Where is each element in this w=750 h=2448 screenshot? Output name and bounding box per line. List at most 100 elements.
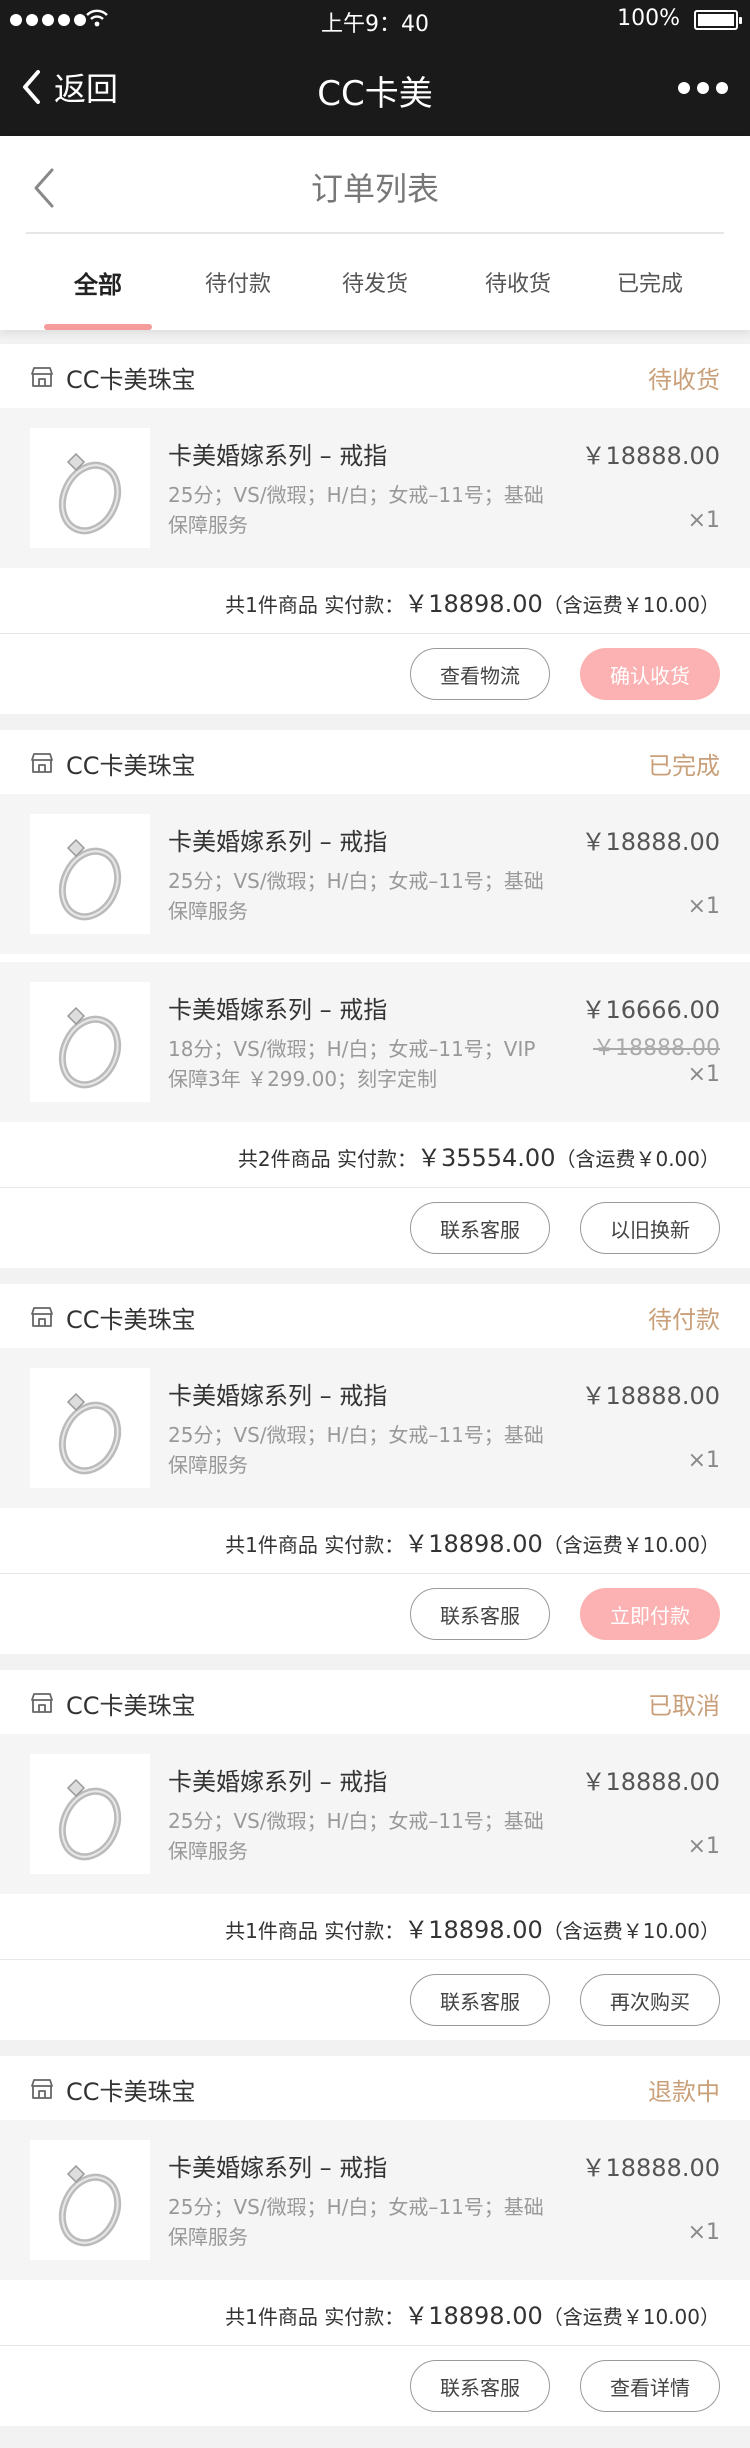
- contact-service-button[interactable]: 联系客服: [410, 1202, 550, 1254]
- status-bar: 上午9：40 100%: [0, 0, 750, 40]
- product-name: 卡美婚嫁系列 – 戒指: [168, 442, 388, 470]
- tab-pending-receipt[interactable]: 待收货: [458, 234, 578, 330]
- contact-service-button[interactable]: 联系客服: [410, 2360, 550, 2412]
- order-header: CC卡美珠宝 已取消: [0, 1670, 750, 1734]
- order-item[interactable]: 卡美婚嫁系列 – 戒指 25分；VS/微瑕；H/白；女戒–11号；基础保障服务 …: [0, 1348, 750, 1508]
- store-name: CC卡美珠宝: [66, 1692, 196, 1720]
- summary-prefix: 共2件商品 实付款：: [237, 1147, 417, 1171]
- view-details-button[interactable]: 查看详情: [580, 2360, 720, 2412]
- product-quantity: ×1: [687, 1062, 720, 1087]
- product-quantity: ×1: [687, 1834, 720, 1859]
- product-spec: 18分；VS/微瑕；H/白；女戒–11号；VIP保障3年 ￥299.00；刻字定…: [168, 1037, 536, 1091]
- product-name: 卡美婚嫁系列 – 戒指: [168, 828, 388, 856]
- order-header: CC卡美珠宝 已完成: [0, 730, 750, 794]
- top-bar: 上午9：40 100% 返回 CC卡美: [0, 0, 750, 136]
- order-actions: 联系客服 再次购买: [0, 1960, 750, 2040]
- summary-shipping: （含运费￥10.00）: [542, 1919, 720, 1943]
- product-image: [30, 1368, 150, 1488]
- tab-indicator: [44, 324, 152, 330]
- order-header: CC卡美珠宝 待付款: [0, 1284, 750, 1348]
- product-spec: 25分；VS/微瑕；H/白；女戒–11号；基础保障服务: [168, 869, 544, 923]
- order-card: CC卡美珠宝 退款中 卡美婚嫁系列 – 戒指 25分；VS/微瑕；H/白；女戒–…: [0, 2056, 750, 2426]
- order-status: 待付款: [648, 1306, 720, 1334]
- tab-pending-shipment[interactable]: 待发货: [315, 234, 435, 330]
- order-status: 已取消: [648, 1692, 720, 1720]
- product-quantity: ×1: [687, 508, 720, 533]
- order-actions: 联系客服 立即付款: [0, 1574, 750, 1654]
- summary-amount: ￥18898.00: [404, 2302, 543, 2330]
- product-quantity: ×1: [687, 1448, 720, 1473]
- order-summary: 共1件商品 实付款：￥18898.00（含运费￥10.00）: [0, 1508, 750, 1574]
- tab-completed[interactable]: 已完成: [590, 234, 710, 330]
- order-item[interactable]: 卡美婚嫁系列 – 戒指 18分；VS/微瑕；H/白；女戒–11号；VIP保障3年…: [0, 962, 750, 1122]
- order-item[interactable]: 卡美婚嫁系列 – 戒指 25分；VS/微瑕；H/白；女戒–11号；基础保障服务 …: [0, 2120, 750, 2280]
- product-name: 卡美婚嫁系列 – 戒指: [168, 1382, 388, 1410]
- product-spec: 25分；VS/微瑕；H/白；女戒–11号；基础保障服务: [168, 1809, 544, 1863]
- order-card: CC卡美珠宝 待收货 卡美婚嫁系列 – 戒指 25分；VS/微瑕；H/白；女戒–…: [0, 344, 750, 714]
- order-summary: 共1件商品 实付款：￥18898.00（含运费￥10.00）: [0, 2280, 750, 2346]
- order-item[interactable]: 卡美婚嫁系列 – 戒指 25分；VS/微瑕；H/白；女戒–11号；基础保障服务 …: [0, 408, 750, 568]
- order-status: 待收货: [648, 366, 720, 394]
- product-name: 卡美婚嫁系列 – 戒指: [168, 996, 388, 1024]
- track-shipment-button[interactable]: 查看物流: [410, 648, 550, 700]
- contact-service-button[interactable]: 联系客服: [410, 1974, 550, 2026]
- order-summary: 共1件商品 实付款：￥18898.00（含运费￥10.00）: [0, 568, 750, 634]
- order-actions: 联系客服 查看详情: [0, 2346, 750, 2426]
- product-price: ￥18888.00: [581, 1768, 720, 1796]
- store-icon: [31, 2079, 53, 2099]
- pay-now-button[interactable]: 立即付款: [580, 1588, 720, 1640]
- order-tabs: 全部 待付款 待发货 待收货 已完成: [0, 234, 750, 330]
- order-card: CC卡美珠宝 待付款 卡美婚嫁系列 – 戒指 25分；VS/微瑕；H/白；女戒–…: [0, 1284, 750, 1654]
- store-icon: [31, 1307, 53, 1327]
- buy-again-button[interactable]: 再次购买: [580, 1974, 720, 2026]
- product-image: [30, 814, 150, 934]
- order-item[interactable]: 卡美婚嫁系列 – 戒指 25分；VS/微瑕；H/白；女戒–11号；基础保障服务 …: [0, 1734, 750, 1894]
- product-spec: 25分；VS/微瑕；H/白；女戒–11号；基础保障服务: [168, 483, 544, 537]
- order-card: CC卡美珠宝 已完成 卡美婚嫁系列 – 戒指 25分；VS/微瑕；H/白；女戒–…: [0, 730, 750, 1268]
- product-name: 卡美婚嫁系列 – 戒指: [168, 1768, 388, 1796]
- order-actions: 查看物流 确认收货: [0, 634, 750, 714]
- trade-in-button[interactable]: 以旧换新: [580, 1202, 720, 1254]
- order-status: 退款中: [648, 2078, 720, 2106]
- confirm-receipt-button[interactable]: 确认收货: [580, 648, 720, 700]
- order-card: CC卡美珠宝 已取消 卡美婚嫁系列 – 戒指 25分；VS/微瑕；H/白；女戒–…: [0, 1670, 750, 2040]
- summary-prefix: 共1件商品 实付款：: [225, 2305, 405, 2329]
- page-header: 订单列表 全部 待付款 待发货 待收货 已完成: [0, 136, 750, 330]
- product-image: [30, 982, 150, 1102]
- order-status: 已完成: [648, 752, 720, 780]
- summary-amount: ￥35554.00: [416, 1144, 556, 1172]
- summary-prefix: 共1件商品 实付款：: [225, 1919, 405, 1943]
- order-summary: 共2件商品 实付款：￥35554.00（含运费￥0.00）: [0, 1122, 750, 1188]
- product-price: ￥16666.00: [581, 996, 720, 1024]
- ring-icon: [58, 838, 122, 921]
- summary-shipping: （含运费￥0.00）: [555, 1147, 720, 1171]
- product-name: 卡美婚嫁系列 – 戒指: [168, 2154, 388, 2182]
- ring-icon: [58, 1778, 122, 1861]
- contact-service-button[interactable]: 联系客服: [410, 1588, 550, 1640]
- store-icon: [31, 367, 53, 387]
- summary-amount: ￥18898.00: [404, 590, 543, 618]
- order-header: CC卡美珠宝 待收货: [0, 344, 750, 408]
- product-image: [30, 1754, 150, 1874]
- tab-pending-payment[interactable]: 待付款: [178, 234, 298, 330]
- product-spec: 25分；VS/微瑕；H/白；女戒–11号；基础保障服务: [168, 2195, 544, 2249]
- product-price: ￥18888.00: [581, 1382, 720, 1410]
- order-actions: 联系客服 以旧换新: [0, 1188, 750, 1268]
- order-item[interactable]: 卡美婚嫁系列 – 戒指 25分；VS/微瑕；H/白；女戒–11号；基础保障服务 …: [0, 794, 750, 954]
- tab-all[interactable]: 全部: [44, 234, 152, 330]
- more-dots-icon[interactable]: [678, 82, 728, 94]
- page-title: 订单列表: [310, 170, 439, 208]
- store-icon: [31, 753, 53, 773]
- summary-shipping: （含运费￥10.00）: [542, 2305, 720, 2329]
- product-quantity: ×1: [687, 894, 720, 919]
- store-name: CC卡美珠宝: [66, 1306, 196, 1334]
- battery-level: 100%: [617, 6, 680, 31]
- product-quantity: ×1: [687, 2220, 720, 2245]
- summary-amount: ￥18898.00: [404, 1916, 543, 1944]
- product-original-price: ￥18888.00: [593, 1036, 720, 1061]
- product-price: ￥18888.00: [581, 828, 720, 856]
- nav-title: CC卡美: [317, 74, 433, 114]
- ring-icon: [58, 1006, 122, 1089]
- summary-shipping: （含运费￥10.00）: [542, 1533, 720, 1557]
- ring-icon: [58, 2164, 122, 2247]
